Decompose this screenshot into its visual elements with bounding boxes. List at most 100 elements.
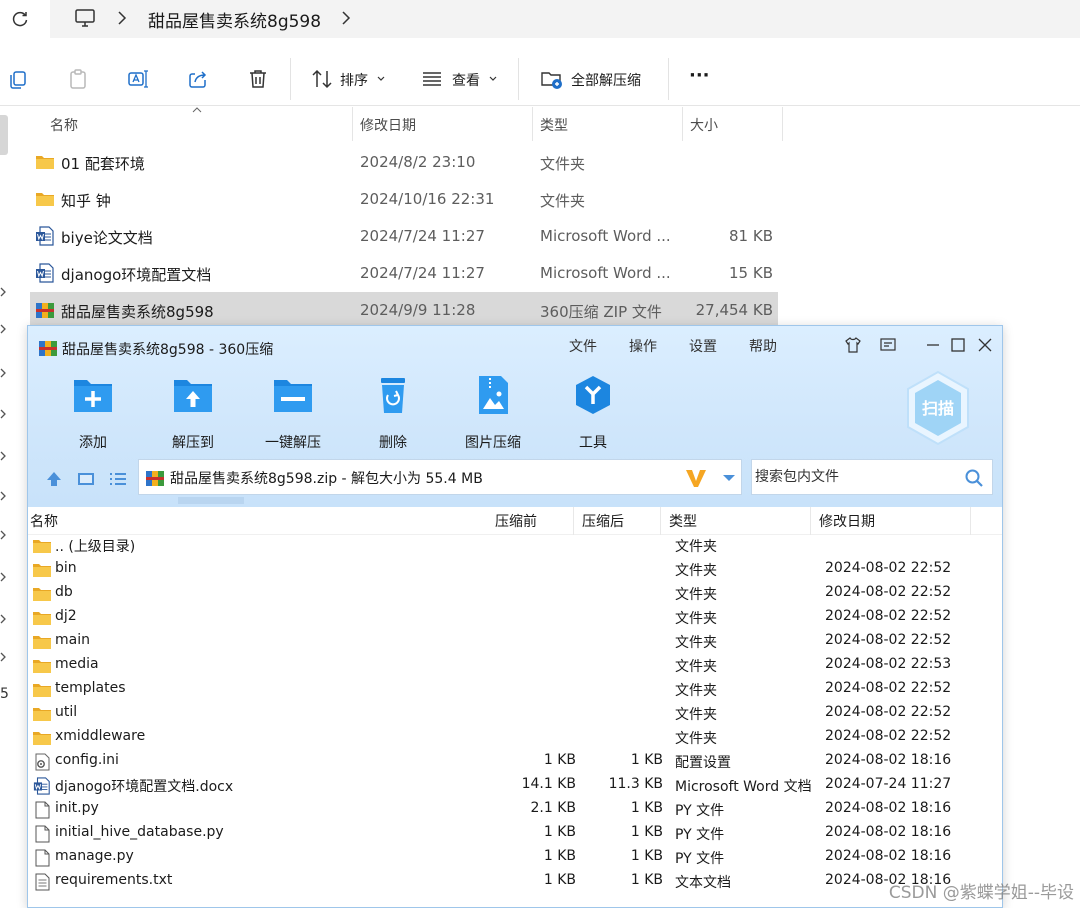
archive-row-9[interactable]: config.ini 1 KB 1 KB 配置设置 2024-08-02 18:… <box>28 750 1002 774</box>
column-header-compressed-after[interactable]: 压缩后 <box>582 511 624 531</box>
file-row-4[interactable]: 甜品屋售卖系统8g598 2024/9/9 11:28 360压缩 ZIP 文件… <box>30 292 778 329</box>
chevron-down-icon[interactable] <box>377 76 385 82</box>
this-pc-icon[interactable] <box>74 8 96 28</box>
maximize-icon[interactable] <box>949 336 967 354</box>
copy-icon[interactable] <box>6 67 30 91</box>
entry-size-after: 1 KB <box>630 824 663 840</box>
up-arrow-icon[interactable] <box>44 469 64 489</box>
chevron-right-icon[interactable] <box>0 368 7 378</box>
column-header-type[interactable]: 类型 <box>669 511 697 531</box>
refresh-icon[interactable] <box>10 9 30 29</box>
archive-row-11[interactable]: init.py 2.1 KB 1 KB PY 文件 2024-08-02 18:… <box>28 798 1002 822</box>
menu-operation[interactable]: 操作 <box>629 336 657 356</box>
file-row-2[interactable]: biye论文文档 2024/7/24 11:27 Microsoft Word … <box>30 218 778 255</box>
add-button[interactable]: 添加 <box>53 374 133 451</box>
column-separator[interactable] <box>573 507 574 535</box>
archive-search-input[interactable] <box>753 461 953 493</box>
menu-help[interactable]: 帮助 <box>749 336 777 356</box>
chevron-right-icon[interactable] <box>0 530 7 540</box>
rename-icon[interactable] <box>126 67 150 91</box>
menu-file[interactable]: 文件 <box>569 336 597 356</box>
archive-path-box[interactable]: 甜品屋售卖系统8g598.zip - 解包大小为 55.4 MB <box>138 459 742 495</box>
column-separator[interactable] <box>532 107 533 141</box>
folder-icon <box>32 729 52 747</box>
view-icon[interactable] <box>420 67 444 91</box>
chevron-right-icon[interactable] <box>0 409 7 419</box>
chevron-right-icon[interactable] <box>116 11 128 25</box>
column-separator[interactable] <box>352 107 353 141</box>
one-click-extract-button[interactable]: 一键解压 <box>253 374 333 451</box>
more-options-button[interactable]: ··· <box>689 65 710 86</box>
chevron-right-icon[interactable] <box>0 287 7 297</box>
archive-row-6[interactable]: templates 文件夹 2024-08-02 22:52 <box>28 678 1002 702</box>
scan-badge-icon[interactable]: 扫描 <box>904 370 972 446</box>
column-header-size[interactable]: 大小 <box>690 115 718 135</box>
column-header-date[interactable]: 修改日期 <box>360 115 416 135</box>
archive-row-10[interactable]: djanogo环境配置文档.docx 14.1 KB 11.3 KB Micro… <box>28 774 1002 798</box>
minimize-icon[interactable] <box>924 336 942 354</box>
archive-row-2[interactable]: db 文件夹 2024-08-02 22:52 <box>28 582 1002 606</box>
brand-v-logo-icon[interactable] <box>685 468 707 488</box>
column-separator[interactable] <box>660 507 661 535</box>
column-header-compressed-before[interactable]: 压缩前 <box>495 511 537 531</box>
image-compress-button[interactable]: 图片压缩 <box>453 374 533 451</box>
feedback-icon[interactable] <box>879 336 897 354</box>
column-header-type[interactable]: 类型 <box>540 115 568 135</box>
entry-name: initial_hive_database.py <box>55 824 224 840</box>
chevron-down-icon[interactable] <box>489 76 497 82</box>
paste-icon[interactable] <box>66 67 90 91</box>
extract-to-button[interactable]: 解压到 <box>153 374 233 451</box>
chevron-right-icon[interactable] <box>0 324 7 334</box>
chevron-right-icon[interactable] <box>0 491 7 501</box>
sort-icon[interactable] <box>310 67 334 91</box>
file-row-3[interactable]: djanogo环境配置文档 2024/7/24 11:27 Microsoft … <box>30 255 778 292</box>
tools-button[interactable]: 工具 <box>553 374 633 451</box>
dropdown-arrow-icon[interactable] <box>722 474 736 482</box>
archive-column-header-row: 名称 压缩前 压缩后 类型 修改日期 <box>28 507 1002 535</box>
list-view-icon[interactable] <box>108 469 128 489</box>
archive-row-4[interactable]: main 文件夹 2024-08-02 22:52 <box>28 630 1002 654</box>
delete-icon[interactable] <box>246 67 270 91</box>
delete-button[interactable]: 删除 <box>353 374 433 451</box>
archive-row-13[interactable]: manage.py 1 KB 1 KB PY 文件 2024-08-02 18:… <box>28 846 1002 870</box>
breadcrumb-current-folder[interactable]: 甜品屋售卖系统8g598 <box>148 7 321 32</box>
archive-search-box[interactable] <box>751 459 993 495</box>
column-separator[interactable] <box>782 107 783 141</box>
archive-row-3[interactable]: dj2 文件夹 2024-08-02 22:52 <box>28 606 1002 630</box>
file-row-0[interactable]: 01 配套环境 2024/8/2 23:10 文件夹 <box>30 144 778 181</box>
archive-row-0[interactable]: .. (上级目录) 文件夹 <box>28 534 1002 558</box>
column-header-name[interactable]: 名称 <box>50 115 78 135</box>
chevron-right-icon[interactable] <box>0 614 7 624</box>
chevron-right-icon[interactable] <box>340 11 352 25</box>
archive-row-1[interactable]: bin 文件夹 2024-08-02 22:52 <box>28 558 1002 582</box>
thumbnail-view-icon[interactable] <box>76 469 96 489</box>
column-separator[interactable] <box>810 507 811 535</box>
view-button[interactable]: 查看 <box>452 70 480 90</box>
archive-row-14[interactable]: requirements.txt 1 KB 1 KB 文本文档 2024-08-… <box>28 870 1002 894</box>
column-separator[interactable] <box>970 507 971 535</box>
entry-type: PY 文件 <box>675 851 725 867</box>
extract-all-icon[interactable] <box>540 67 564 91</box>
column-header-name[interactable]: 名称 <box>30 511 58 531</box>
menu-settings[interactable]: 设置 <box>689 336 717 356</box>
close-icon[interactable] <box>976 336 994 354</box>
archive-row-5[interactable]: media 文件夹 2024-08-02 22:53 <box>28 654 1002 678</box>
column-separator[interactable] <box>682 107 683 141</box>
search-icon[interactable] <box>964 468 984 488</box>
file-row-1[interactable]: 知乎 钟 2024/10/16 22:31 文件夹 <box>30 181 778 218</box>
file-modified-date: 2024/8/2 23:10 <box>360 153 476 171</box>
share-icon[interactable] <box>186 67 210 91</box>
sort-button[interactable]: 排序 <box>340 70 368 90</box>
folder-icon <box>35 189 55 209</box>
chevron-right-icon[interactable] <box>0 652 7 662</box>
skin-shirt-icon[interactable] <box>844 336 862 354</box>
archive-row-12[interactable]: initial_hive_database.py 1 KB 1 KB PY 文件… <box>28 822 1002 846</box>
archive-row-8[interactable]: xmiddleware 文件夹 2024-08-02 22:52 <box>28 726 1002 750</box>
archive-row-7[interactable]: util 文件夹 2024-08-02 22:52 <box>28 702 1002 726</box>
chevron-right-icon[interactable] <box>0 451 7 461</box>
nav-scrollbar[interactable] <box>0 115 8 155</box>
extract-all-button[interactable]: 全部解压缩 <box>571 70 641 90</box>
file-size: 15 KB <box>729 264 773 282</box>
column-header-modified-date[interactable]: 修改日期 <box>819 511 875 531</box>
chevron-right-icon[interactable] <box>0 572 7 582</box>
